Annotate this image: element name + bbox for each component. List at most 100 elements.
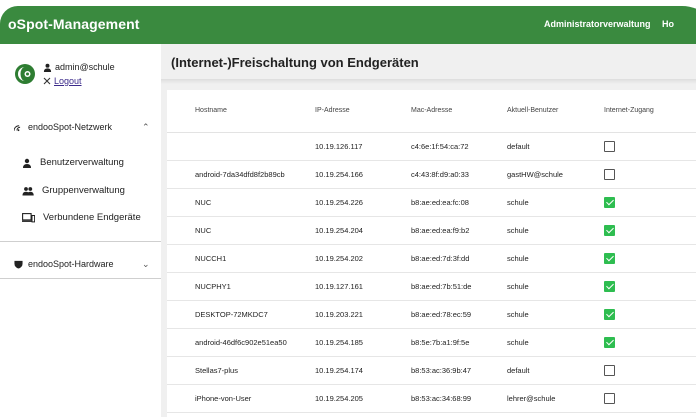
mac-address-cell: b8:ae:ed:7d:3f:dd bbox=[383, 244, 479, 273]
current-user-cell: schule bbox=[479, 244, 576, 273]
table-row: NUC 10.19.254.226 b8:ae:ed:ea:fc:08 schule bbox=[167, 188, 696, 217]
top-app-bar: oSpot-Management Administratorverwaltung… bbox=[0, 6, 696, 44]
chevron-up-icon[interactable]: ⌃ bbox=[142, 122, 150, 133]
app-window: oSpot-Management Administratorverwaltung… bbox=[0, 0, 696, 417]
internet-access-checkbox[interactable] bbox=[604, 168, 615, 180]
internet-access-cell bbox=[576, 328, 696, 357]
mac-address-cell: c4:6e:1f:54:ca:72 bbox=[383, 132, 479, 161]
mac-address-cell: b8:ae:ed:ea:fc:08 bbox=[383, 188, 479, 217]
column-header-ip-adresse[interactable]: IP-Adresse bbox=[287, 90, 383, 133]
internet-access-cell bbox=[576, 244, 696, 273]
table-row: NUCCH1 10.19.254.202 b8:ae:ed:7d:3f:dd schu… bbox=[167, 244, 696, 273]
hostname-cell: iPhone-von-User bbox=[167, 384, 287, 413]
close-icon bbox=[43, 77, 51, 85]
devices-icon bbox=[22, 212, 35, 222]
ip-address-cell: 10.19.127.161 bbox=[287, 272, 383, 301]
logout-link[interactable]: Logout bbox=[54, 76, 82, 86]
ip-address-cell: 10.19.254.174 bbox=[287, 356, 383, 385]
current-user-cell: schule bbox=[479, 216, 576, 245]
table-row: DESKTOP-72MKDC7 10.19.203.221 b8:ae:ed:78:… bbox=[167, 300, 696, 329]
section-label: endooSpot-Netzwerk bbox=[28, 122, 113, 132]
group-icon bbox=[22, 186, 34, 195]
internet-access-cell bbox=[576, 300, 696, 329]
table-row: NUC 10.19.254.204 b8:ae:ed:ea:f9:b2 schule bbox=[167, 216, 696, 245]
ip-address-cell: 10.19.254.166 bbox=[287, 160, 383, 189]
wifi-icon bbox=[14, 124, 21, 131]
hostname-cell: android-7da34dfd8f2b89cb bbox=[167, 160, 287, 189]
hostname-cell: android-46df6c902e51ea50 bbox=[167, 328, 287, 357]
sidebar-item-verbundene-endgeraete[interactable]: Verbundene Endgeräte bbox=[22, 212, 141, 223]
current-user-cell: lehrer@schule bbox=[479, 384, 576, 413]
page-title: (Internet-)Freischaltung von Endgeräten bbox=[171, 55, 419, 70]
internet-access-checkbox[interactable] bbox=[604, 224, 615, 236]
mac-address-cell: b8:ae:ed:ea:f9:b2 bbox=[383, 216, 479, 245]
section-endoospot-hardware[interactable]: endooSpot-Hardware ⌄ bbox=[14, 259, 150, 269]
mac-address-cell: b8:ae:ed:78:ec:59 bbox=[383, 300, 479, 329]
section-endoospot-netzwerk[interactable]: endooSpot-Netzwerk ⌃ bbox=[14, 122, 150, 132]
column-header-mac-adresse[interactable]: Mac-Adresse bbox=[383, 90, 479, 133]
divider bbox=[0, 278, 161, 279]
sidebar-item-label: Verbundene Endgeräte bbox=[43, 212, 141, 223]
table-row: android-46df6c902e51ea50 10.19.254.185 b8:… bbox=[167, 328, 696, 357]
internet-access-cell bbox=[576, 188, 696, 217]
current-user: admin@schule bbox=[43, 62, 115, 72]
table-row: iPhone-von-User 10.19.254.205 b8:53:ac:34:… bbox=[167, 384, 696, 413]
hostname-cell: NUCPHY1 bbox=[167, 272, 287, 301]
table-row: 10.19.126.117 c4:6e:1f:54:ca:72 default bbox=[167, 132, 696, 161]
table-row: NUCPHY1 10.19.127.161 b8:ae:ed:7b:51:de sch… bbox=[167, 272, 696, 301]
logout-row[interactable]: Logout bbox=[43, 76, 82, 86]
table-row: Stellas7-plus 10.19.254.174 b8:53:ac:36:9b… bbox=[167, 356, 696, 385]
internet-access-cell bbox=[576, 160, 696, 189]
user-email: admin@schule bbox=[55, 62, 115, 72]
mac-address-cell: b8:5e:7b:a1:9f:5e bbox=[383, 328, 479, 357]
table-header-row: Hostname IP-Adresse Mac-Adresse Aktuell-… bbox=[167, 90, 696, 133]
internet-access-checkbox[interactable] bbox=[604, 308, 615, 320]
title-shadow bbox=[161, 79, 696, 84]
devices-table: Hostname IP-Adresse Mac-Adresse Aktuell-… bbox=[167, 90, 696, 413]
current-user-cell: default bbox=[479, 132, 576, 161]
internet-access-checkbox[interactable] bbox=[604, 140, 615, 152]
section-label: endooSpot-Hardware bbox=[28, 259, 114, 269]
hostname-cell: NUC bbox=[167, 216, 287, 245]
internet-access-checkbox[interactable] bbox=[604, 280, 615, 292]
column-header-hostname[interactable]: Hostname bbox=[167, 90, 287, 133]
current-user-cell: schule bbox=[479, 328, 576, 357]
column-header-internet-zugang[interactable]: Internet-Zugang bbox=[576, 90, 696, 133]
sidebar-item-gruppenverwaltung[interactable]: Gruppenverwaltung bbox=[22, 185, 125, 196]
mac-address-cell: b8:ae:ed:7b:51:de bbox=[383, 272, 479, 301]
ip-address-cell: 10.19.254.185 bbox=[287, 328, 383, 357]
internet-access-checkbox[interactable] bbox=[604, 196, 615, 208]
sidebar-item-label: Benutzerverwaltung bbox=[40, 157, 124, 168]
hostname-cell: NUC bbox=[167, 188, 287, 217]
sidebar: admin@schule Logout endooSpot-Netzwerk ⌃… bbox=[0, 44, 167, 417]
devices-table-card: Hostname IP-Adresse Mac-Adresse Aktuell-… bbox=[167, 90, 696, 417]
internet-access-checkbox[interactable] bbox=[604, 336, 615, 348]
table-row: android-7da34dfd8f2b89cb 10.19.254.166 c4:… bbox=[167, 160, 696, 189]
current-user-cell: schule bbox=[479, 272, 576, 301]
internet-access-cell bbox=[576, 384, 696, 413]
sidebar-item-benutzerverwaltung[interactable]: Benutzerverwaltung bbox=[22, 157, 124, 168]
main-content: (Internet-)Freischaltung von Endgeräten … bbox=[161, 44, 696, 417]
internet-access-checkbox[interactable] bbox=[604, 364, 615, 376]
hostname-cell: Stellas7-plus bbox=[167, 356, 287, 385]
internet-access-cell bbox=[576, 216, 696, 245]
nav-home[interactable]: Ho bbox=[662, 19, 674, 29]
mac-address-cell: b8:53:ac:34:68:99 bbox=[383, 384, 479, 413]
mac-address-cell: b8:53:ac:36:9b:47 bbox=[383, 356, 479, 385]
ip-address-cell: 10.19.203.221 bbox=[287, 300, 383, 329]
nav-administratorverwaltung[interactable]: Administratorverwaltung bbox=[544, 19, 651, 29]
internet-access-cell bbox=[576, 356, 696, 385]
current-user-cell: schule bbox=[479, 188, 576, 217]
endoospot-logo-icon bbox=[15, 64, 35, 84]
ip-address-cell: 10.19.126.117 bbox=[287, 132, 383, 161]
current-user-cell: gastHW@schule bbox=[479, 160, 576, 189]
hostname-cell bbox=[167, 132, 287, 161]
chevron-down-icon[interactable]: ⌄ bbox=[142, 259, 150, 270]
ip-address-cell: 10.19.254.226 bbox=[287, 188, 383, 217]
hostname-cell: NUCCH1 bbox=[167, 244, 287, 273]
shield-icon bbox=[14, 260, 23, 269]
app-title[interactable]: oSpot-Management bbox=[8, 16, 140, 32]
internet-access-checkbox[interactable] bbox=[604, 392, 615, 404]
internet-access-checkbox[interactable] bbox=[604, 252, 615, 264]
column-header-aktuell-benutzer[interactable]: Aktuell-Benutzer bbox=[479, 90, 576, 133]
